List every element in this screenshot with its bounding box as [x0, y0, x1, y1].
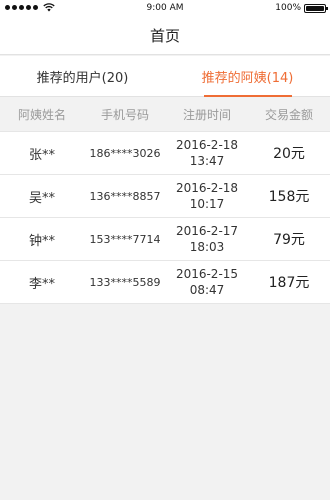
- status-bar: 9:00 AM 100%: [0, 0, 330, 17]
- cell-date: 2016-2-18: [175, 138, 239, 152]
- cell-date: 2016-2-18: [175, 181, 239, 195]
- cell-name: 李**: [28, 276, 55, 292]
- cell-date: 2016-2-15: [175, 267, 239, 281]
- tab-recommended-users[interactable]: 推荐的用户(20): [0, 56, 165, 96]
- column-header-phone: 手机号码: [100, 108, 149, 122]
- cell-name: 吴**: [28, 190, 55, 206]
- cell-time: 18:03: [189, 240, 225, 254]
- tab-bar: 推荐的用户(20) 推荐的阿姨(14): [0, 56, 330, 97]
- table-header: 阿姨姓名 手机号码 注册时间 交易金额: [0, 98, 330, 131]
- table-row[interactable]: 钟** 153****7714 2016-2-17 18:03 79元: [0, 218, 330, 261]
- cell-name: 张**: [28, 147, 55, 163]
- active-tab-indicator: [203, 95, 292, 97]
- cell-amount: 79元: [273, 232, 305, 248]
- battery-level: [306, 5, 324, 11]
- cell-date: 2016-2-17: [175, 224, 239, 238]
- battery-icon: [304, 3, 328, 13]
- cell-time: 13:47: [189, 154, 225, 168]
- cell-register-time: 2016-2-15 08:47: [166, 266, 248, 298]
- status-right: 100%: [275, 3, 328, 13]
- table-row[interactable]: 吴** 136****8857 2016-2-18 10:17 158元: [0, 175, 330, 218]
- cell-amount: 187元: [268, 275, 310, 291]
- column-header-name: 阿姨姓名: [17, 108, 66, 122]
- cell-phone: 136****8857: [89, 189, 161, 203]
- tab-recommended-aunties[interactable]: 推荐的阿姨(14): [165, 56, 330, 97]
- cell-register-time: 2016-2-18 10:17: [166, 180, 248, 212]
- tab-label: 推荐的用户(20): [36, 70, 129, 86]
- cell-phone: 186****3026: [89, 146, 161, 160]
- tab-label: 推荐的阿姨(14): [201, 70, 294, 86]
- cell-register-time: 2016-2-18 13:47: [166, 137, 248, 169]
- table-row[interactable]: 李** 133****5589 2016-2-15 08:47 187元: [0, 261, 330, 304]
- cell-name: 钟**: [28, 233, 55, 249]
- column-header-register-time: 注册时间: [182, 108, 231, 122]
- cell-phone: 133****5589: [89, 275, 161, 289]
- table-row[interactable]: 张** 186****3026 2016-2-18 13:47 20元: [0, 132, 330, 175]
- column-header-amount: 交易金额: [264, 108, 313, 122]
- battery-percent: 100%: [275, 3, 301, 13]
- page-title: 首页: [149, 27, 180, 45]
- cell-amount: 20元: [273, 146, 305, 162]
- cell-time: 10:17: [189, 197, 225, 211]
- cell-time: 08:47: [189, 283, 225, 297]
- table-body: 张** 186****3026 2016-2-18 13:47 20元 吴** …: [0, 131, 330, 304]
- nav-bar: 首页: [0, 17, 330, 55]
- cell-register-time: 2016-2-17 18:03: [166, 223, 248, 255]
- cell-amount: 158元: [268, 189, 310, 205]
- cell-phone: 153****7714: [89, 232, 161, 246]
